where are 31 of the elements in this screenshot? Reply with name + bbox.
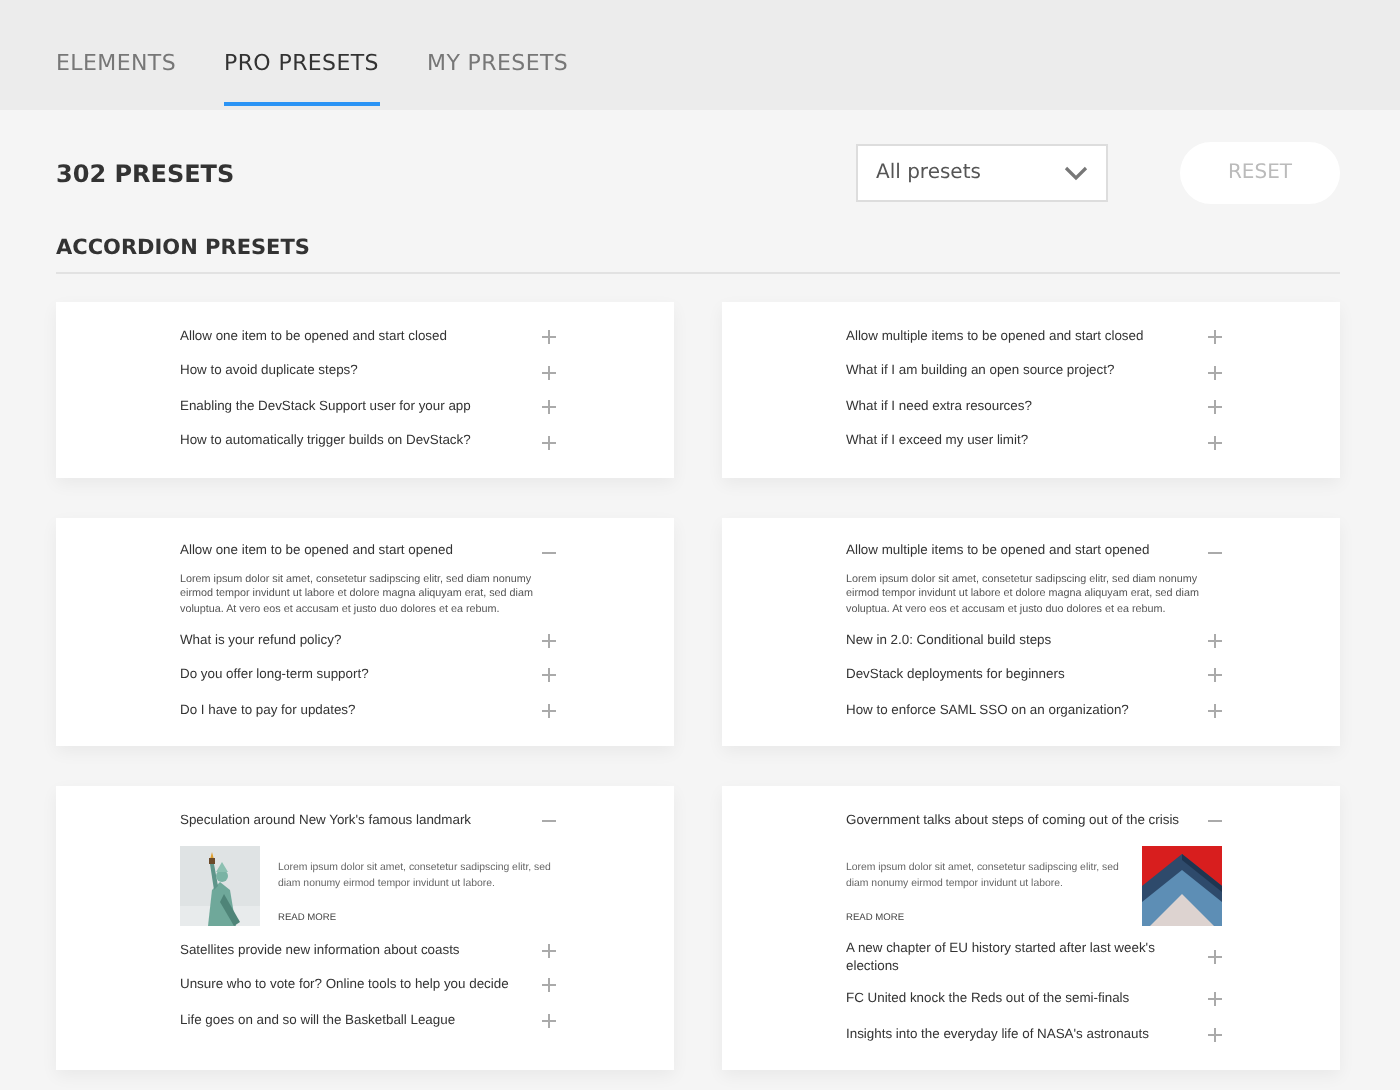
minus-icon: [542, 551, 556, 553]
plus-icon: [542, 668, 556, 683]
plus-icon: [542, 943, 556, 958]
plus-icon: [542, 400, 556, 414]
plus-icon: [1208, 633, 1222, 648]
plus-icon: [542, 978, 556, 993]
plus-icon: [1208, 1027, 1222, 1042]
plus-icon: [1208, 703, 1222, 718]
plus-icon: [542, 1013, 556, 1028]
plus-icon: [542, 435, 556, 449]
preset-count: 302 PRESETS: [56, 159, 237, 187]
minus-icon: [1208, 819, 1222, 822]
preset-select[interactable]: All presets: [856, 144, 1108, 202]
plus-icon: [542, 330, 556, 344]
section-title: ACCORDION PRESETS: [56, 236, 312, 260]
plus-icon: [1208, 950, 1222, 965]
tab[interactable]: ELEMENTS: [56, 50, 176, 106]
chevron-down-icon: [1064, 165, 1088, 181]
minus-icon: [542, 819, 556, 822]
plus-icon: [1208, 668, 1222, 683]
plus-icon: [542, 633, 556, 648]
plus-icon: [1208, 365, 1222, 379]
plus-icon: [1208, 400, 1222, 414]
plus-icon: [542, 703, 556, 718]
tab[interactable]: MY PRESETS: [427, 50, 569, 106]
plus-icon: [1208, 330, 1222, 344]
plus-icon: [542, 365, 556, 379]
plus-icon: [1208, 435, 1222, 449]
plus-icon: [1208, 992, 1222, 1007]
tab[interactable]: PRO PRESETS: [224, 50, 379, 106]
minus-icon: [1208, 551, 1222, 553]
